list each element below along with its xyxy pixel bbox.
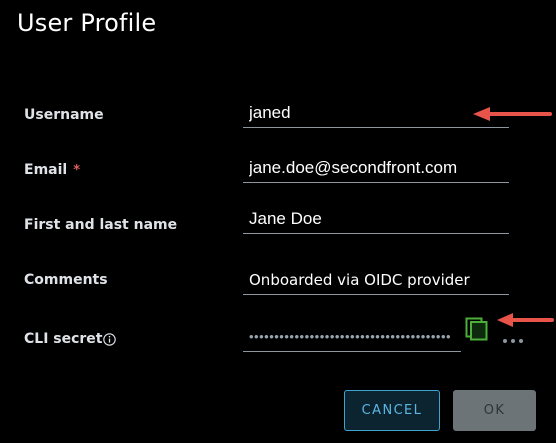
username-label: Username <box>24 107 104 123</box>
name-field[interactable] <box>243 204 509 234</box>
arrow-left-icon <box>497 313 554 327</box>
cli-secret-field[interactable] <box>243 322 461 352</box>
required-marker: * <box>73 163 81 178</box>
comments-field[interactable] <box>243 265 509 295</box>
cancel-button[interactable]: CANCEL <box>344 390 440 431</box>
cli-secret-label: CLI secret <box>24 331 103 347</box>
copy-icon[interactable] <box>465 317 489 341</box>
arrow-left-icon <box>473 107 552 121</box>
email-label: Email * <box>24 162 80 178</box>
info-icon[interactable] <box>103 333 116 346</box>
dialog-title: User Profile <box>17 9 157 37</box>
ok-button[interactable]: OK <box>453 390 536 431</box>
ellipsis-icon[interactable] <box>502 337 524 345</box>
comments-label: Comments <box>24 272 108 288</box>
name-label: First and last name <box>24 217 178 233</box>
username-field[interactable] <box>243 98 509 128</box>
email-field[interactable] <box>243 153 509 183</box>
email-label-text: Email <box>24 162 68 178</box>
user-profile-dialog: User Profile Username Email * First and l… <box>0 0 556 443</box>
